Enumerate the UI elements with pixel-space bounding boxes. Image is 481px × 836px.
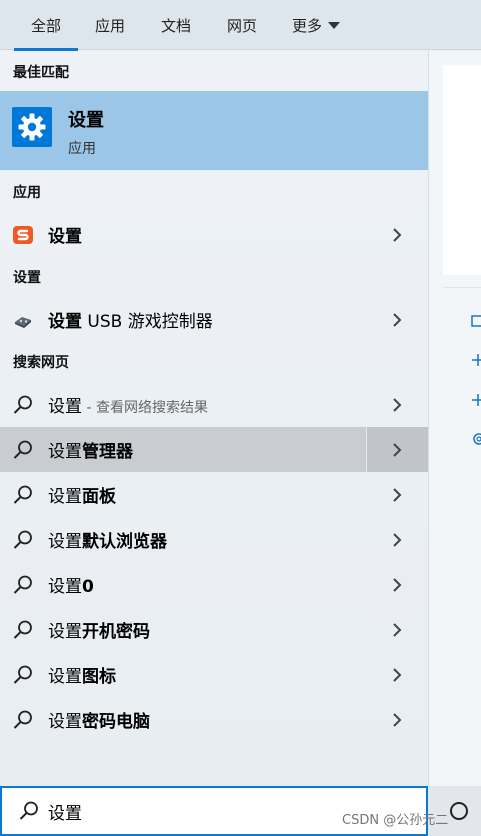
chevron-down-icon	[328, 21, 340, 29]
preview-pane	[428, 51, 481, 786]
suggestion-prefix: 设置	[48, 667, 82, 687]
tab-apps-label: 应用	[94, 16, 125, 35]
suggestion-item[interactable]: 设置面板	[0, 472, 428, 517]
suggestion-rest: 面板	[82, 487, 116, 507]
settings-result-bold: 设置	[48, 312, 82, 332]
suggestion-label: 设置密码电脑	[48, 707, 150, 732]
suggestion-prefix: 设置	[48, 622, 82, 642]
suggestion-prefix: 设置	[48, 487, 82, 507]
app-result-item[interactable]: 设置	[0, 212, 428, 257]
results-pane: 最佳匹配 设置 应用 应用 设置 设置 设置 USB 游戏控制器 搜索网页 设置…	[0, 51, 428, 786]
suggestion-rest: 开机密码	[82, 622, 150, 642]
settings-result-item[interactable]: 设置 USB 游戏控制器	[0, 297, 428, 342]
suggestion-rest: 管理器	[82, 442, 133, 462]
suggestion-label: 设置图标	[48, 662, 116, 687]
search-icon	[12, 529, 34, 551]
suggestion-label: 设置管理器	[48, 437, 133, 462]
chevron-right-icon[interactable]	[392, 577, 402, 593]
tab-web[interactable]: 网页	[218, 0, 266, 50]
suggestion-rest: 图标	[82, 667, 116, 687]
chevron-right-icon[interactable]	[392, 667, 402, 683]
settings-result-label: 设置 USB 游戏控制器	[48, 307, 213, 332]
pin-taskbar-icon[interactable]	[471, 392, 481, 408]
chevron-right-icon[interactable]	[392, 532, 402, 548]
search-icon	[12, 664, 34, 686]
game-controller-icon	[12, 309, 34, 331]
tab-documents-label: 文档	[160, 16, 191, 35]
suggestion-rest: 密码电脑	[82, 712, 150, 732]
pin-start-icon[interactable]	[471, 352, 481, 368]
suggestion-item[interactable]: 设置开机密码	[0, 607, 428, 652]
suggestion-prefix: 设置	[48, 577, 82, 597]
suggestion-item[interactable]: 设置管理器	[0, 427, 428, 472]
tab-apps[interactable]: 应用	[86, 0, 134, 50]
settings-gear-icon	[12, 107, 52, 147]
sogou-app-icon	[12, 224, 34, 246]
suggestion-prefix: 设置	[48, 532, 82, 552]
preview-divider	[443, 287, 481, 288]
suggestion-item[interactable]: 设置默认浏览器	[0, 517, 428, 562]
suggestion-prefix: 设置	[48, 712, 82, 732]
suggestion-item[interactable]: 设置密码电脑	[0, 697, 428, 742]
search-icon	[12, 574, 34, 596]
search-icon	[12, 394, 34, 416]
chevron-right-icon[interactable]	[392, 227, 402, 243]
web-result-label: 设置 - 查看网络搜索结果	[48, 392, 208, 417]
search-icon	[12, 709, 34, 731]
chevron-right-icon[interactable]	[392, 622, 402, 638]
suggestion-prefix: 设置	[48, 442, 82, 462]
tab-more[interactable]: 更多	[283, 0, 349, 50]
app-settings-icon[interactable]	[471, 431, 481, 447]
suggestion-label: 设置面板	[48, 482, 116, 507]
suggestion-rest: 默认浏览器	[82, 532, 167, 552]
chevron-right-icon[interactable]	[392, 487, 402, 503]
tab-all[interactable]: 全部	[14, 0, 78, 51]
chevron-right-icon[interactable]	[392, 712, 402, 728]
search-tabs: 全部 应用 文档 网页 更多	[0, 0, 481, 51]
apps-header: 应用	[13, 185, 41, 201]
tab-all-label: 全部	[30, 16, 61, 35]
suggestion-separator	[366, 427, 367, 472]
settings-header: 设置	[13, 270, 41, 286]
suggestion-label: 设置默认浏览器	[48, 527, 167, 552]
search-icon	[12, 484, 34, 506]
cortana-icon	[450, 802, 468, 820]
chevron-right-icon[interactable]	[392, 312, 402, 328]
chevron-right-icon[interactable]	[392, 442, 402, 458]
tab-web-label: 网页	[226, 16, 257, 35]
best-match-type: 应用	[68, 141, 96, 157]
suggestion-rest: 0	[82, 577, 94, 597]
web-search-header: 搜索网页	[13, 355, 69, 371]
search-icon	[12, 439, 34, 461]
tab-more-label: 更多	[291, 16, 322, 35]
app-result-text: 设置	[48, 227, 82, 247]
best-match-title: 设置	[68, 110, 104, 131]
search-icon	[12, 619, 34, 641]
suggestion-item[interactable]: 设置图标	[0, 652, 428, 697]
best-match-item[interactable]: 设置 应用	[0, 91, 428, 170]
suggestion-item[interactable]: 设置0	[0, 562, 428, 607]
app-result-label: 设置	[48, 222, 82, 247]
tab-documents[interactable]: 文档	[152, 0, 200, 50]
settings-result-rest: USB 游戏控制器	[82, 312, 213, 332]
chevron-right-icon[interactable]	[392, 397, 402, 413]
preview-card	[443, 65, 481, 275]
web-result-query: 设置	[48, 397, 82, 417]
suggestion-label: 设置0	[48, 572, 94, 597]
open-icon[interactable]	[471, 313, 481, 329]
search-icon	[18, 800, 40, 822]
suggestion-label: 设置开机密码	[48, 617, 150, 642]
best-match-header: 最佳匹配	[13, 65, 69, 81]
web-result-sub: - 查看网络搜索结果	[82, 400, 208, 416]
web-result-item[interactable]: 设置 - 查看网络搜索结果	[0, 382, 428, 427]
watermark: CSDN @公孙元二	[342, 813, 449, 828]
